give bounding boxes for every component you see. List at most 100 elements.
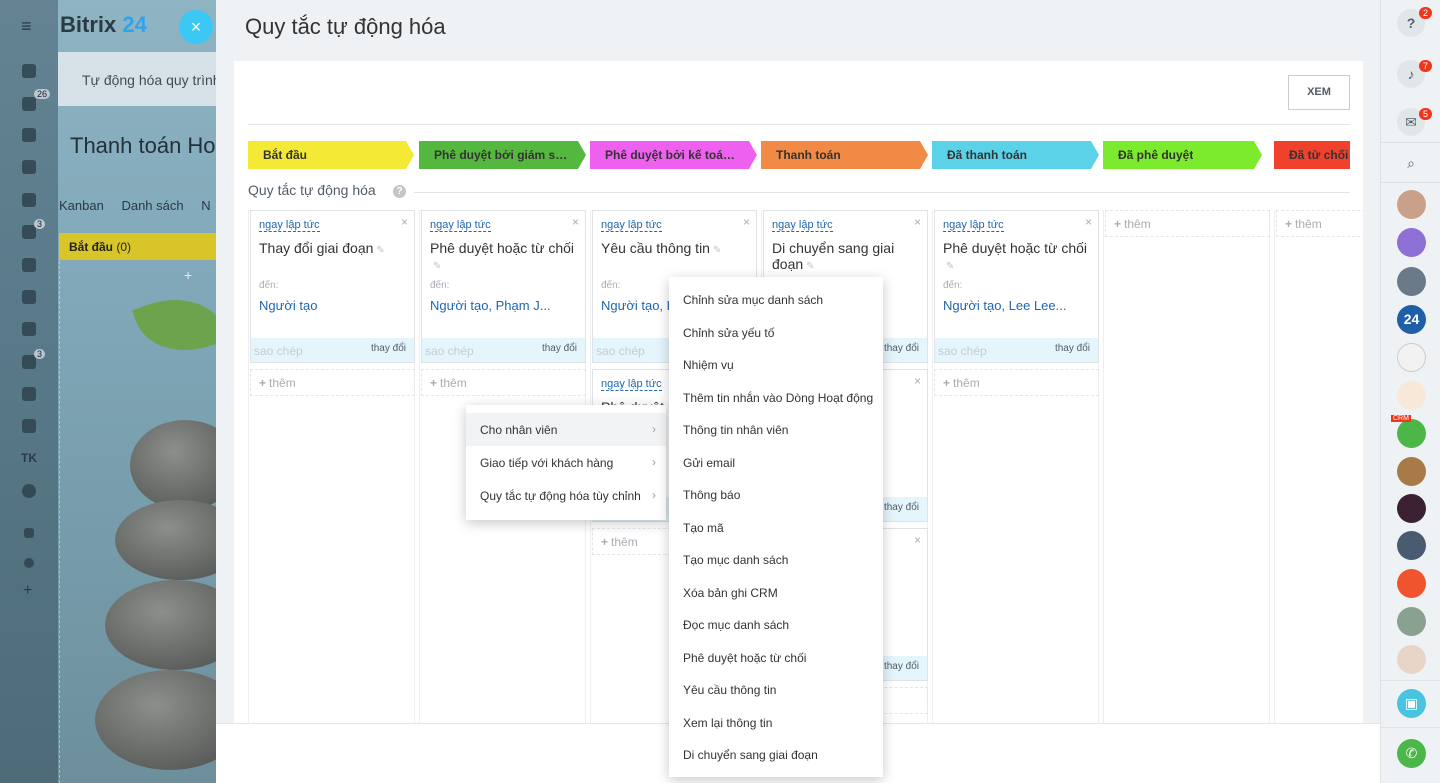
recipient-label: đến:	[259, 280, 279, 291]
close-slider-button[interactable]: ×	[179, 10, 213, 44]
avatar[interactable]	[1397, 457, 1426, 486]
submenu-item[interactable]: Tạo mục danh sách	[669, 543, 883, 576]
submenu-item[interactable]: Chỉnh sửa yếu tố	[669, 316, 883, 349]
submenu-item[interactable]: Đọc mục danh sách	[669, 608, 883, 641]
add-rule-button[interactable]: +thêm	[1105, 210, 1270, 237]
search-icon[interactable]: ⌕	[1397, 149, 1425, 177]
avatar[interactable]	[1397, 531, 1426, 560]
submenu-item[interactable]: Yêu cầu thông tin	[669, 673, 883, 706]
settings-icon[interactable]	[24, 558, 34, 568]
crm-avatar[interactable]	[1397, 419, 1426, 448]
change-link[interactable]: thay đổi	[542, 343, 577, 354]
chat-icon[interactable]	[22, 160, 36, 174]
calendar-icon[interactable]	[22, 290, 36, 304]
mail-icon[interactable]	[22, 355, 36, 369]
close-icon[interactable]: ×	[401, 215, 408, 229]
menu-item-custom-automation[interactable]: Quy tắc tự động hóa tùy chỉnh ›	[466, 479, 666, 512]
sync-icon[interactable]	[22, 225, 36, 239]
trigger-time-link[interactable]: ngay lập tức	[601, 219, 662, 232]
bitrix-logo: Bitrix 24	[60, 12, 147, 37]
submenu-item[interactable]: Thêm tin nhắn vào Dòng Hoạt động	[669, 381, 883, 414]
avatar[interactable]	[1397, 607, 1426, 636]
add-rule-button[interactable]: +thêm	[934, 369, 1099, 396]
menu-icon[interactable]: ≡	[21, 16, 32, 37]
copy-link[interactable]: sao chép	[596, 344, 645, 358]
submenu-item[interactable]: Thông tin nhân viên	[669, 413, 883, 446]
close-icon[interactable]: ×	[743, 215, 750, 229]
change-link[interactable]: thay đổi	[884, 661, 919, 672]
submenu-item[interactable]: Di chuyển sang giai đoạn	[669, 738, 883, 771]
group-icon[interactable]	[22, 193, 36, 207]
chat-badge: 5	[1419, 108, 1433, 120]
avatar[interactable]	[1397, 494, 1426, 523]
contact-card-icon[interactable]	[22, 419, 36, 433]
tab-kanban[interactable]: Kanban	[59, 198, 104, 213]
edit-icon[interactable]: ✎	[713, 243, 721, 259]
close-icon[interactable]: ×	[914, 374, 921, 388]
copy-link[interactable]: sao chép	[425, 344, 474, 358]
change-link[interactable]: thay đổi	[884, 343, 919, 354]
copy-link[interactable]: sao chép	[938, 344, 987, 358]
submenu-item[interactable]: Thông báo	[669, 478, 883, 511]
submenu-item[interactable]: Phê duyệt hoặc từ chối	[669, 641, 883, 674]
rule-card[interactable]: ngay lập tức × Phê duyệt hoặc từ chối✎ đến:…	[934, 210, 1099, 363]
trigger-time-link[interactable]: ngay lập tức	[772, 219, 833, 232]
change-link[interactable]: thay đổi	[371, 343, 406, 354]
submenu-item[interactable]: Nhiệm vụ	[669, 348, 883, 381]
trigger-time-link[interactable]: ngay lập tức	[601, 378, 662, 391]
trigger-time-link[interactable]: ngay lập tức	[430, 219, 491, 232]
megaphone-avatar[interactable]	[1397, 569, 1426, 598]
avatar[interactable]	[1397, 343, 1426, 372]
submenu-item[interactable]: Tạo mã	[669, 511, 883, 544]
menu-item-customer-communication[interactable]: Giao tiếp với khách hàng ›	[466, 446, 666, 479]
rail-tk[interactable]: TK	[21, 451, 37, 465]
help-icon[interactable]: ?	[393, 185, 406, 198]
add-icon[interactable]: +	[23, 582, 32, 600]
submenu-item[interactable]: Xem lại thông tin	[669, 706, 883, 739]
tasks-icon[interactable]	[22, 97, 36, 111]
recipient-value[interactable]: Người tạo, Phạm J...	[430, 298, 580, 313]
menu-item-for-employee[interactable]: Cho nhân viên ›	[466, 413, 666, 446]
avatar[interactable]	[1397, 645, 1426, 674]
avatar[interactable]	[1397, 267, 1426, 296]
clock-icon[interactable]	[22, 322, 36, 336]
rule-card[interactable]: ngay lập tức × Thay đổi giai đoạn ✎ đến: Ngườ…	[250, 210, 415, 363]
check-icon[interactable]	[22, 128, 36, 142]
drive-icon[interactable]	[22, 258, 36, 272]
feed-icon[interactable]	[22, 64, 36, 78]
open-lines-icon[interactable]: ▣	[1397, 689, 1426, 718]
add-rule-button[interactable]: +thêm	[250, 369, 415, 396]
tab-list[interactable]: Danh sách	[121, 198, 183, 213]
submenu-item[interactable]: Chỉnh sửa mục danh sách	[669, 283, 883, 316]
trigger-time-link[interactable]: ngay lập tức	[259, 219, 320, 232]
b24-avatar[interactable]: 24	[1397, 305, 1426, 334]
edit-icon[interactable]: ✎	[376, 243, 384, 259]
rule-card[interactable]: ngay lập tức × Phê duyệt hoặc từ chối✎ đến:…	[421, 210, 586, 363]
close-icon[interactable]: ×	[914, 533, 921, 547]
recipient-value[interactable]: Người tạo, Lee Lee...	[943, 298, 1093, 313]
avatar[interactable]	[1397, 381, 1426, 410]
view-button[interactable]: XEM	[1288, 75, 1350, 110]
copy-link[interactable]: sao chép	[254, 344, 303, 358]
close-icon[interactable]: ×	[1085, 215, 1092, 229]
add-rule-button[interactable]: +thêm	[1276, 210, 1363, 237]
close-icon[interactable]: ×	[572, 215, 579, 229]
edit-icon[interactable]: ✎	[433, 259, 441, 275]
edit-icon[interactable]: ✎	[946, 259, 954, 275]
recipient-value[interactable]: Người tạo	[259, 298, 409, 313]
check-circle-icon[interactable]	[22, 484, 36, 498]
close-icon[interactable]: ×	[914, 215, 921, 229]
change-link[interactable]: thay đổi	[884, 502, 919, 513]
sitemap-icon[interactable]	[24, 528, 34, 538]
edit-icon[interactable]: ✎	[806, 259, 814, 275]
tab-more[interactable]: N	[201, 198, 210, 213]
avatar[interactable]	[1397, 228, 1426, 257]
phone-icon[interactable]: ✆	[1397, 739, 1426, 768]
add-rule-button[interactable]: +thêm	[421, 369, 586, 396]
submenu-item[interactable]: Gửi email	[669, 446, 883, 479]
trigger-time-link[interactable]: ngay lập tức	[943, 219, 1004, 232]
window-icon[interactable]	[22, 387, 36, 401]
submenu-item[interactable]: Xóa bản ghi CRM	[669, 576, 883, 609]
change-link[interactable]: thay đổi	[1055, 343, 1090, 354]
avatar[interactable]	[1397, 190, 1426, 219]
